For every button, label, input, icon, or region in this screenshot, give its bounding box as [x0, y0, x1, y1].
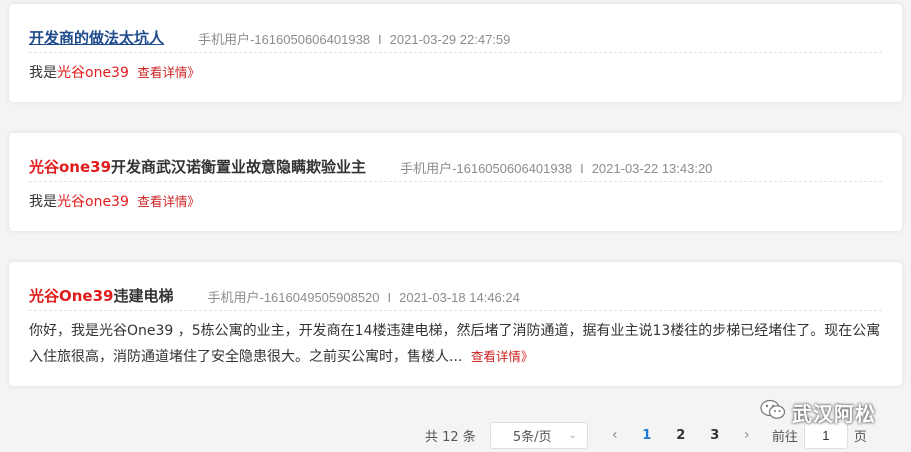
watermark: 武汉阿松 [760, 398, 876, 427]
post-body: 我是光谷one39 查看详情》 [29, 60, 882, 86]
prev-page-button[interactable]: ‹ [600, 427, 630, 443]
post-title-text: 开发商武汉诺衡置业故意隐瞒欺验业主 [111, 158, 367, 176]
next-page-button[interactable]: › [732, 427, 762, 443]
goto-label: 前往 [771, 429, 798, 445]
post-title-highlight: 光谷One39 [29, 287, 114, 305]
total-count: 共 12 条 [425, 429, 476, 445]
post-body-text: 我是 [29, 65, 57, 81]
wechat-icon [760, 399, 786, 426]
post-body: 你好，我是光谷One39 ，5栋公寓的业主，开发商在14楼违建电梯，然后堵了消防… [29, 318, 882, 370]
post-author: 手机用户-1616049505908520 [207, 290, 380, 305]
view-details-link[interactable]: 查看详情》 [471, 349, 534, 364]
post-meta: 手机用户-1616050606401938 I 2021-03-22 13:43:2… [400, 158, 712, 177]
view-details-link[interactable]: 查看详情》 [137, 194, 200, 209]
post-card: 光谷one39开发商武汉诺衡置业故意隐瞒欺验业主 手机用户-1616050606… [9, 133, 902, 231]
post-meta: 手机用户-1616050606401938 I 2021-03-29 22:47:5… [198, 29, 510, 48]
post-body: 我是光谷one39 查看详情》 [29, 189, 882, 215]
page-2-button[interactable]: 2 [664, 428, 698, 443]
post-title-link[interactable]: 光谷one39开发商武汉诺衡置业故意隐瞒欺验业主 [29, 156, 366, 177]
post-title-link[interactable]: 光谷One39违建电梯 [29, 285, 174, 306]
post-author: 手机用户-1616050606401938 [400, 161, 573, 176]
page-size-value: 5条/页 [512, 429, 552, 445]
post-card: 光谷One39违建电梯 手机用户-1616049505908520 I 2021-0… [9, 262, 902, 386]
post-header: 光谷One39违建电梯 手机用户-1616049505908520 I 2021-0… [29, 282, 882, 311]
view-details-link[interactable]: 查看详情》 [137, 65, 200, 80]
post-body-text: 你好，我是光谷One39 ，5栋公寓的业主，开发商在14楼违建电梯，然后堵了消防… [29, 323, 881, 365]
post-meta: 手机用户-1616049505908520 I 2021-03-18 14:46:2… [208, 287, 520, 306]
post-card: 开发商的做法太坑人 手机用户-1616050606401938 I 2021-03-… [9, 4, 902, 102]
post-title-text: 违建电梯 [113, 287, 174, 305]
post-body-highlight: 光谷one39 [57, 194, 129, 210]
meta-separator: I [387, 290, 392, 305]
post-body-highlight: 光谷one39 [57, 65, 129, 81]
page-size-select[interactable]: 5条/页 ⌄ [489, 421, 588, 449]
post-time: 2021-03-18 14:46:24 [399, 290, 520, 305]
watermark-text: 武汉阿松 [792, 402, 876, 426]
post-title-highlight: 光谷one39 [29, 158, 112, 176]
post-header: 光谷one39开发商武汉诺衡置业故意隐瞒欺验业主 手机用户-1616050606… [29, 153, 882, 182]
post-time: 2021-03-29 22:47:59 [389, 32, 511, 47]
page-3-button[interactable]: 3 [698, 428, 732, 443]
post-title-link[interactable]: 开发商的做法太坑人 [29, 27, 164, 48]
page-1-button[interactable]: 1 [630, 428, 664, 443]
post-author: 手机用户-1616050606401938 [198, 32, 371, 47]
post-body-text: 我是 [29, 194, 57, 210]
chevron-down-icon: ⌄ [568, 429, 577, 441]
post-header: 开发商的做法太坑人 手机用户-1616050606401938 I 2021-03-… [29, 24, 882, 53]
post-time: 2021-03-22 13:43:20 [591, 161, 713, 176]
meta-separator: I [378, 32, 382, 47]
meta-separator: I [580, 161, 584, 176]
goto-unit: 页 [853, 429, 867, 445]
